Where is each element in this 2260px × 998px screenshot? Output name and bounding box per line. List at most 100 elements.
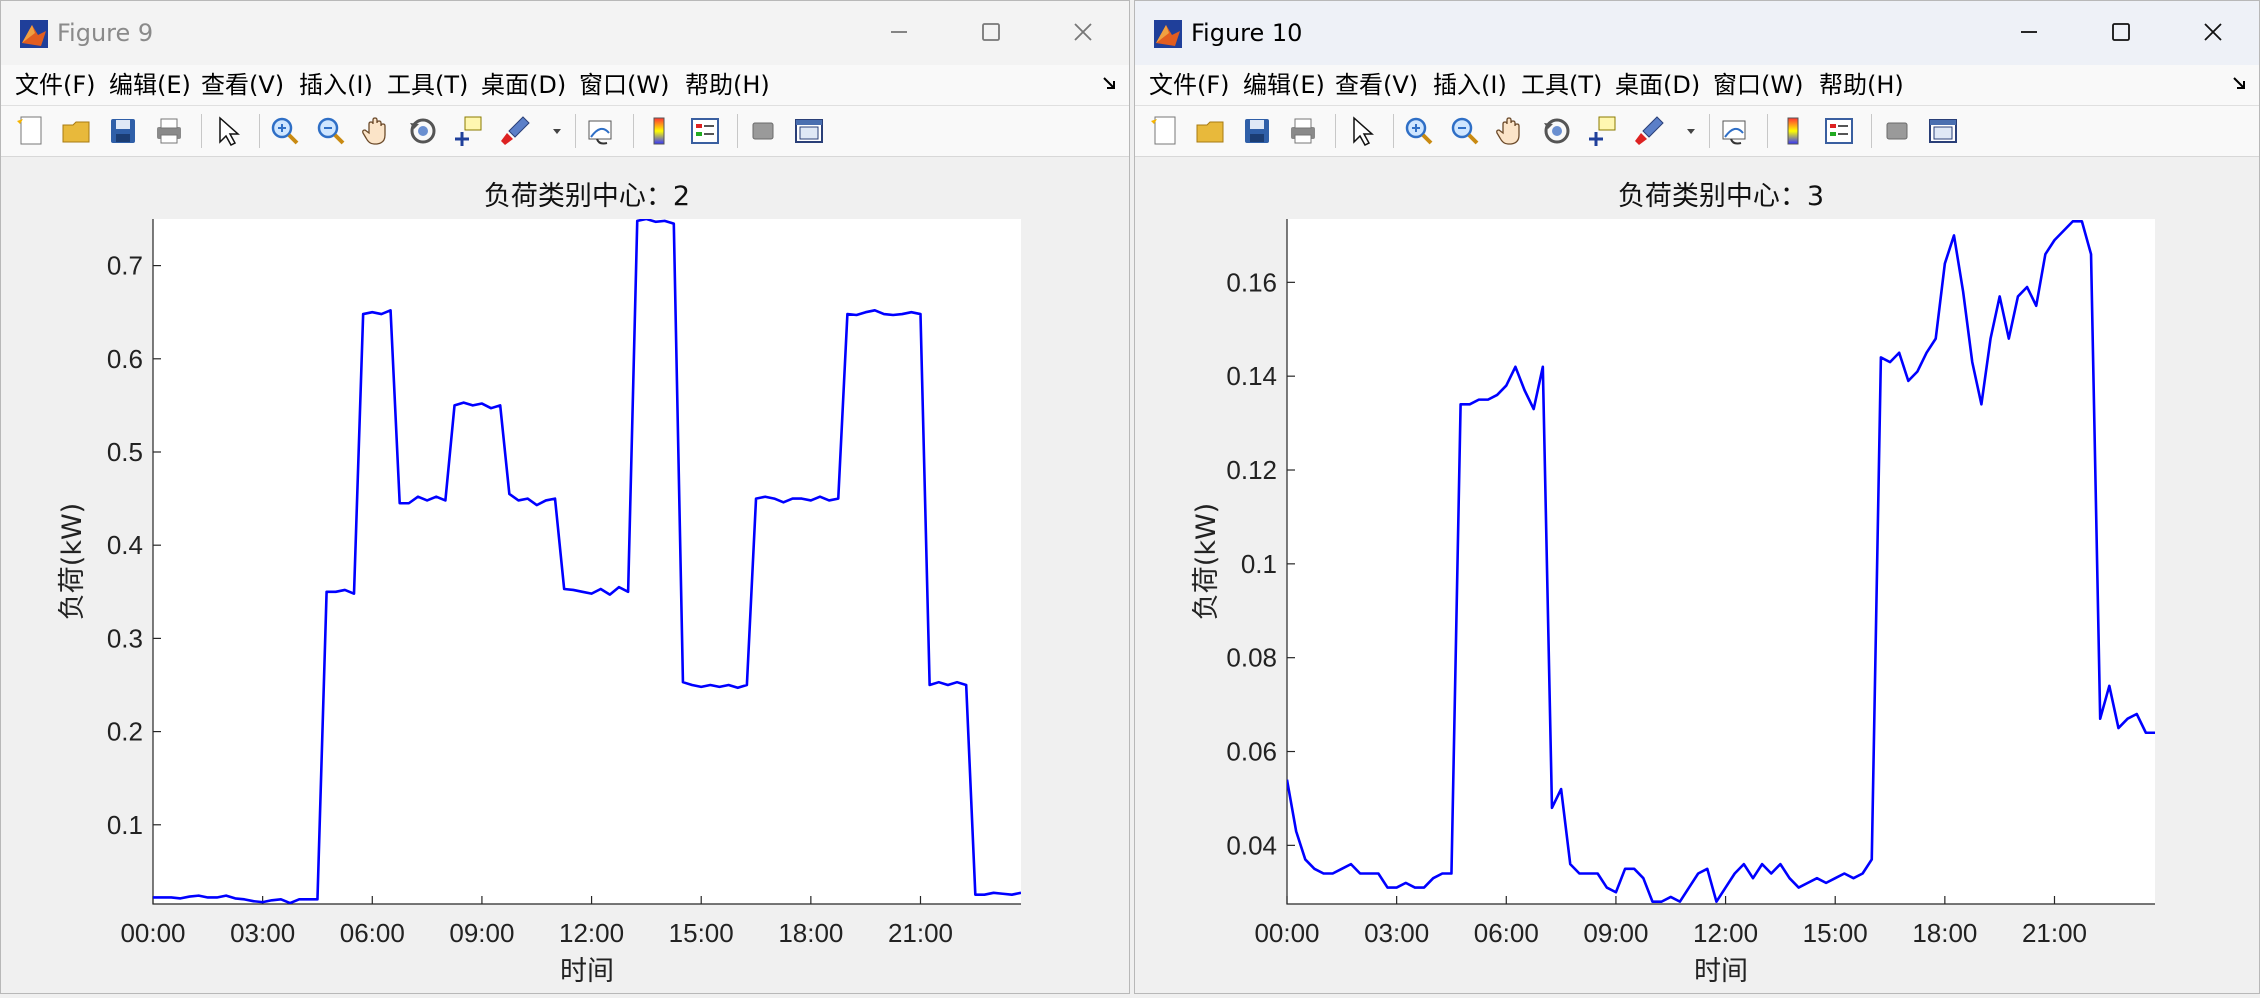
data-cursor-icon[interactable]	[451, 113, 487, 149]
figure-canvas[interactable]: 负荷类别中心：2 00:00 03:00 06:00 09:00 12:00 15:00 18…	[1, 157, 1129, 993]
menu-edit[interactable]: 编辑(E)	[109, 65, 191, 105]
menu-help[interactable]: 帮助(H)	[685, 65, 770, 105]
maximize-button[interactable]	[945, 1, 1037, 65]
matlab-logo-icon	[1153, 19, 1183, 49]
x-tick-label: 21:00	[2022, 918, 2087, 948]
x-axis-label: 时间	[560, 956, 614, 987]
close-button[interactable]	[1037, 1, 1129, 65]
toolbar-separator	[575, 114, 576, 148]
x-tick-label: 15:00	[669, 918, 734, 948]
minimize-button[interactable]	[853, 1, 945, 65]
x-tick-label: 21:00	[888, 918, 953, 948]
line-chart[interactable]: 负荷类别中心：2 00:00 03:00 06:00 09:00 12:00 15:00 18…	[1, 157, 1127, 993]
toolbar-separator	[633, 114, 634, 148]
zoom-out-icon[interactable]	[313, 113, 349, 149]
pan-hand-icon[interactable]	[1493, 113, 1529, 149]
open-file-icon[interactable]	[1193, 113, 1229, 149]
menu-tools[interactable]: 工具(T)	[1521, 65, 1602, 105]
show-plot-tools-icon[interactable]	[791, 113, 827, 149]
zoom-in-icon[interactable]	[267, 113, 303, 149]
menu-help[interactable]: 帮助(H)	[1819, 65, 1904, 105]
legend-icon[interactable]	[1821, 113, 1857, 149]
x-tick-label: 12:00	[559, 918, 624, 948]
new-figure-icon[interactable]	[1147, 113, 1183, 149]
close-icon	[1072, 17, 1094, 50]
menu-file[interactable]: 文件(F)	[1149, 65, 1230, 105]
y-tick-label: 0.7	[107, 251, 143, 281]
chart-title: 负荷类别中心：3	[1618, 181, 1824, 212]
x-tick-label: 09:00	[1583, 918, 1648, 948]
figure-window-10[interactable]: Figure 10 文件(F) 编辑(E) 查看(V) 插入(I) 工具(T) 桌面(D) 窗…	[1134, 0, 2260, 994]
open-file-icon[interactable]	[59, 113, 95, 149]
dock-figure-icon[interactable]	[1101, 73, 1119, 97]
show-plot-tools-icon[interactable]	[1925, 113, 1961, 149]
colorbar-icon[interactable]	[641, 113, 677, 149]
y-tick-label: 0.1	[1241, 549, 1277, 579]
menu-window[interactable]: 窗口(W)	[579, 65, 669, 105]
link-plot-icon[interactable]	[1717, 113, 1753, 149]
toolbar-separator	[737, 114, 738, 148]
maximize-button[interactable]	[2075, 1, 2167, 65]
y-tick-label: 0.12	[1226, 455, 1277, 485]
new-figure-icon[interactable]	[13, 113, 49, 149]
y-tick-label: 0.5	[107, 437, 143, 467]
title-bar[interactable]: Figure 10	[1135, 1, 2259, 65]
line-chart[interactable]: 负荷类别中心：3 00:00 03:00 06:00 09:00 12:00 15:00 18…	[1135, 157, 2257, 993]
dropdown-caret-icon[interactable]	[543, 113, 561, 149]
x-tick-label: 18:00	[778, 918, 843, 948]
save-icon[interactable]	[1239, 113, 1275, 149]
menu-view[interactable]: 查看(V)	[1335, 65, 1418, 105]
toolbar-separator	[1335, 114, 1336, 148]
x-axis-label: 时间	[1694, 956, 1748, 987]
hide-plot-tools-icon[interactable]	[745, 113, 781, 149]
x-tick-label: 06:00	[1474, 918, 1539, 948]
x-tick-label: 18:00	[1912, 918, 1977, 948]
menu-file[interactable]: 文件(F)	[15, 65, 96, 105]
y-tick-label: 0.3	[107, 623, 143, 653]
dropdown-caret-icon[interactable]	[1677, 113, 1695, 149]
rotate-3d-icon[interactable]	[1539, 113, 1575, 149]
menu-desktop[interactable]: 桌面(D)	[481, 65, 566, 105]
x-tick-label: 06:00	[340, 918, 405, 948]
legend-icon[interactable]	[687, 113, 723, 149]
zoom-in-icon[interactable]	[1401, 113, 1437, 149]
x-tick-label: 00:00	[120, 918, 185, 948]
minimize-button[interactable]	[1983, 1, 2075, 65]
y-tick-label: 0.1	[107, 810, 143, 840]
figure-window-9[interactable]: Figure 9 文件(F) 编辑(E) 查看(V) 插入(I) 工具(T) 桌面(D) 窗口…	[0, 0, 1130, 994]
menu-edit[interactable]: 编辑(E)	[1243, 65, 1325, 105]
colorbar-icon[interactable]	[1775, 113, 1811, 149]
axes-background	[1287, 219, 2155, 904]
y-tick-label: 0.08	[1226, 643, 1277, 673]
data-cursor-icon[interactable]	[1585, 113, 1621, 149]
rotate-3d-icon[interactable]	[405, 113, 441, 149]
toolbar-separator	[1871, 114, 1872, 148]
brush-icon[interactable]	[497, 113, 533, 149]
menu-view[interactable]: 查看(V)	[201, 65, 284, 105]
menu-desktop[interactable]: 桌面(D)	[1615, 65, 1700, 105]
x-tick-label: 03:00	[1364, 918, 1429, 948]
zoom-out-icon[interactable]	[1447, 113, 1483, 149]
select-pointer-icon[interactable]	[209, 113, 245, 149]
title-bar[interactable]: Figure 9	[1, 1, 1129, 65]
print-icon[interactable]	[1285, 113, 1321, 149]
toolbar-separator	[1393, 114, 1394, 148]
menu-window[interactable]: 窗口(W)	[1713, 65, 1803, 105]
window-title: Figure 10	[1191, 19, 1303, 47]
close-button[interactable]	[2167, 1, 2259, 65]
select-pointer-icon[interactable]	[1343, 113, 1379, 149]
brush-icon[interactable]	[1631, 113, 1667, 149]
figure-canvas[interactable]: 负荷类别中心：3 00:00 03:00 06:00 09:00 12:00 15:00 18…	[1135, 157, 2259, 993]
dock-figure-icon[interactable]	[2231, 73, 2249, 97]
figure-toolbar	[1135, 106, 2259, 157]
link-plot-icon[interactable]	[583, 113, 619, 149]
print-icon[interactable]	[151, 113, 187, 149]
maximize-icon	[2110, 17, 2132, 50]
menu-insert[interactable]: 插入(I)	[299, 65, 373, 105]
menu-tools[interactable]: 工具(T)	[387, 65, 468, 105]
pan-hand-icon[interactable]	[359, 113, 395, 149]
save-icon[interactable]	[105, 113, 141, 149]
hide-plot-tools-icon[interactable]	[1879, 113, 1915, 149]
close-icon	[2202, 17, 2224, 50]
menu-insert[interactable]: 插入(I)	[1433, 65, 1507, 105]
